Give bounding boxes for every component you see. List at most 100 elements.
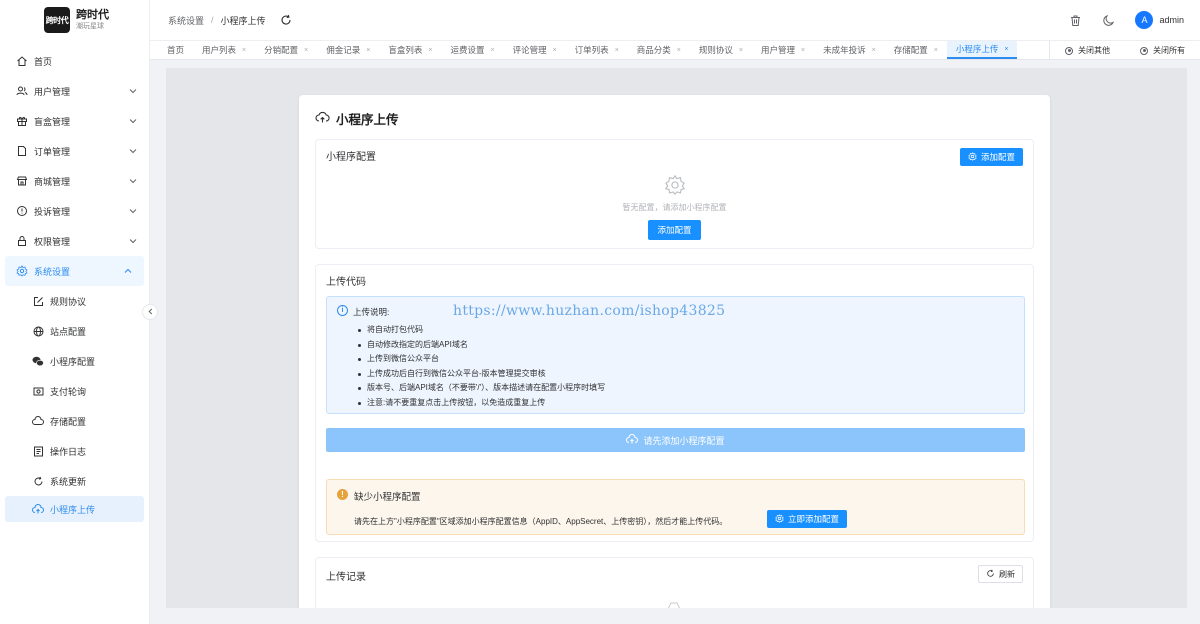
miniapp-config-card: 小程序配置 添加配置 暂无配置，请添加小程序配置 添加配置 (315, 139, 1034, 249)
page-title: 小程序上传 (315, 109, 399, 128)
sidebar-item-permissions[interactable]: 权限管理 (0, 226, 149, 256)
breadcrumb: 系统设置 / 小程序上传 (168, 14, 266, 27)
sidebar-subitem-label: 站点配置 (50, 326, 87, 337)
tab-review-management[interactable]: 评论管理 × (504, 41, 566, 59)
tab-order-list[interactable]: 订单列表 × (566, 41, 628, 59)
empty-text: 暂无配置，请添加小程序配置 (622, 203, 727, 212)
tab-shipping-settings[interactable]: 运费设置 × (441, 41, 503, 59)
sidebar-item-users[interactable]: 用户管理 (0, 76, 149, 106)
payment-icon (32, 385, 44, 397)
close-icon[interactable]: × (1004, 46, 1008, 53)
breadcrumb-parent[interactable]: 系统设置 (168, 14, 204, 27)
close-all-button[interactable]: 关闭所有 (1125, 45, 1200, 56)
trash-icon[interactable] (1069, 14, 1082, 27)
sidebar-subitem-label: 规则协议 (50, 296, 87, 307)
tab-blindbox-list[interactable]: 盲盒列表 × (379, 41, 441, 59)
add-config-button[interactable]: 添加配置 (960, 148, 1023, 166)
sidebar-item-label: 系统设置 (34, 266, 71, 277)
alert-circle-icon (16, 205, 28, 217)
wechat-icon (32, 355, 44, 367)
close-icon[interactable]: × (801, 47, 805, 54)
breadcrumb-separator: / (211, 15, 214, 25)
close-icon[interactable]: × (366, 47, 370, 54)
close-others-button[interactable]: 关闭其他 (1050, 45, 1125, 56)
close-icon[interactable]: × (677, 47, 681, 54)
close-icon[interactable]: × (304, 47, 308, 54)
tab-label: 未成年投诉 (823, 45, 866, 55)
logo-mark: 跨时代 (44, 7, 70, 33)
tab-distribution-config[interactable]: 分销配置 × (255, 41, 317, 59)
refresh-icon[interactable] (280, 14, 292, 26)
upload-records-card: 上传记录 刷新 (315, 557, 1034, 608)
refresh-icon (32, 475, 44, 487)
tab-rules[interactable]: 规则协议 × (690, 41, 752, 59)
tab-label: 订单列表 (574, 45, 609, 55)
empty-add-config-button[interactable]: 添加配置 (648, 220, 701, 240)
list-item: 版本号、后端API域名（不要带'/'）、版本描述请在配置小程序时填写 (357, 381, 605, 396)
moon-icon[interactable] (1102, 14, 1115, 27)
close-icon[interactable]: × (615, 47, 619, 54)
sidebar-item-orders[interactable]: 订单管理 (0, 136, 149, 166)
refresh-button[interactable]: 刷新 (978, 565, 1023, 583)
tab-label: 运费设置 (450, 45, 485, 55)
tab-miniapp-upload[interactable]: 小程序上传 × (946, 41, 1018, 59)
sidebar-subitem-system-update[interactable]: 系统更新 (0, 466, 149, 496)
close-icon[interactable]: × (739, 47, 743, 54)
close-circle-icon (1065, 46, 1073, 55)
add-config-now-button[interactable]: 立即添加配置 (767, 510, 847, 528)
sidebar-subitem-payment-poll[interactable]: 支付轮询 (0, 376, 149, 406)
gift-icon (16, 115, 28, 127)
tab-user-management[interactable]: 用户管理 × (752, 41, 814, 59)
tab-minor-complaints[interactable]: 未成年投诉 × (814, 41, 885, 59)
cloud-upload-icon (626, 433, 639, 447)
sidebar-item-mall[interactable]: 商城管理 (0, 166, 149, 196)
close-icon[interactable]: × (934, 47, 938, 54)
sidebar-item-label: 商城管理 (34, 176, 71, 187)
chevron-up-icon (124, 267, 132, 275)
upload-disabled-button[interactable]: 请先添加小程序配置 (326, 428, 1025, 452)
sidebar-subitem-miniapp-upload[interactable]: 小程序上传 (5, 496, 144, 522)
sidebar-subitem-site-config[interactable]: 站点配置 (0, 316, 149, 346)
chevron-down-icon (129, 117, 137, 125)
brand-subtitle: 潮玩星球 (76, 22, 104, 30)
sidebar-subitem-miniapp-config[interactable]: 小程序配置 (0, 346, 149, 376)
globe-icon (32, 325, 44, 337)
sidebar-subitem-logs[interactable]: 操作日志 (0, 436, 149, 466)
sidebar-subitem-rules[interactable]: 规则协议 (0, 286, 149, 316)
tab-label: 商品分类 (636, 45, 671, 55)
sidebar-collapse-button[interactable] (142, 304, 158, 320)
close-icon[interactable]: × (428, 47, 432, 54)
tab-product-categories[interactable]: 商品分类 × (628, 41, 690, 59)
tab-commission-records[interactable]: 佣金记录 × (317, 41, 379, 59)
sidebar-item-label: 首页 (34, 56, 53, 67)
logo[interactable]: 跨时代 跨时代 潮玩星球 (0, 0, 149, 40)
sidebar-item-label: 盲盒管理 (34, 116, 71, 127)
tab-home[interactable]: 首页 (158, 41, 193, 59)
close-all-label: 关闭所有 (1153, 46, 1185, 55)
sidebar-subitem-label: 操作日志 (50, 446, 87, 457)
breadcrumb-current: 小程序上传 (220, 15, 266, 26)
tab-user-list[interactable]: 用户列表 × (193, 41, 255, 59)
sidebar-subitem-label: 系统更新 (50, 476, 87, 487)
list-item: 上传到微信公众平台 (357, 352, 605, 367)
user-menu[interactable]: A admin (1135, 11, 1184, 29)
tab-storage-config[interactable]: 存储配置 × (885, 41, 947, 59)
sidebar: 跨时代 跨时代 潮玩星球 首页 用户管理 盲盒管理 订单管理 商城管理 投诉管理… (0, 0, 150, 624)
info-list: 将自动打包代码 自动修改指定的后端API域名 上传到微信公众平台 上传成功后自行… (357, 323, 605, 411)
close-icon[interactable]: × (242, 47, 246, 54)
chevron-down-icon (129, 147, 137, 155)
sidebar-item-system-settings[interactable]: 系统设置 (5, 256, 144, 286)
sidebar-menu: 首页 用户管理 盲盒管理 订单管理 商城管理 投诉管理 权限管理 系统设置 规则… (0, 46, 149, 522)
close-icon[interactable]: × (553, 47, 557, 54)
sidebar-item-complaints[interactable]: 投诉管理 (0, 196, 149, 226)
sidebar-subitem-label: 支付轮询 (50, 386, 87, 397)
sidebar-subitem-storage[interactable]: 存储配置 (0, 406, 149, 436)
close-icon[interactable]: × (490, 47, 494, 54)
empty-add-config-label: 添加配置 (657, 225, 692, 235)
sidebar-item-label: 订单管理 (34, 146, 71, 157)
sidebar-item-blindbox[interactable]: 盲盒管理 (0, 106, 149, 136)
sidebar-subitem-label: 存储配置 (50, 416, 87, 427)
empty-records-icon (666, 600, 682, 608)
sidebar-item-home[interactable]: 首页 (0, 46, 149, 76)
close-icon[interactable]: × (872, 47, 876, 54)
